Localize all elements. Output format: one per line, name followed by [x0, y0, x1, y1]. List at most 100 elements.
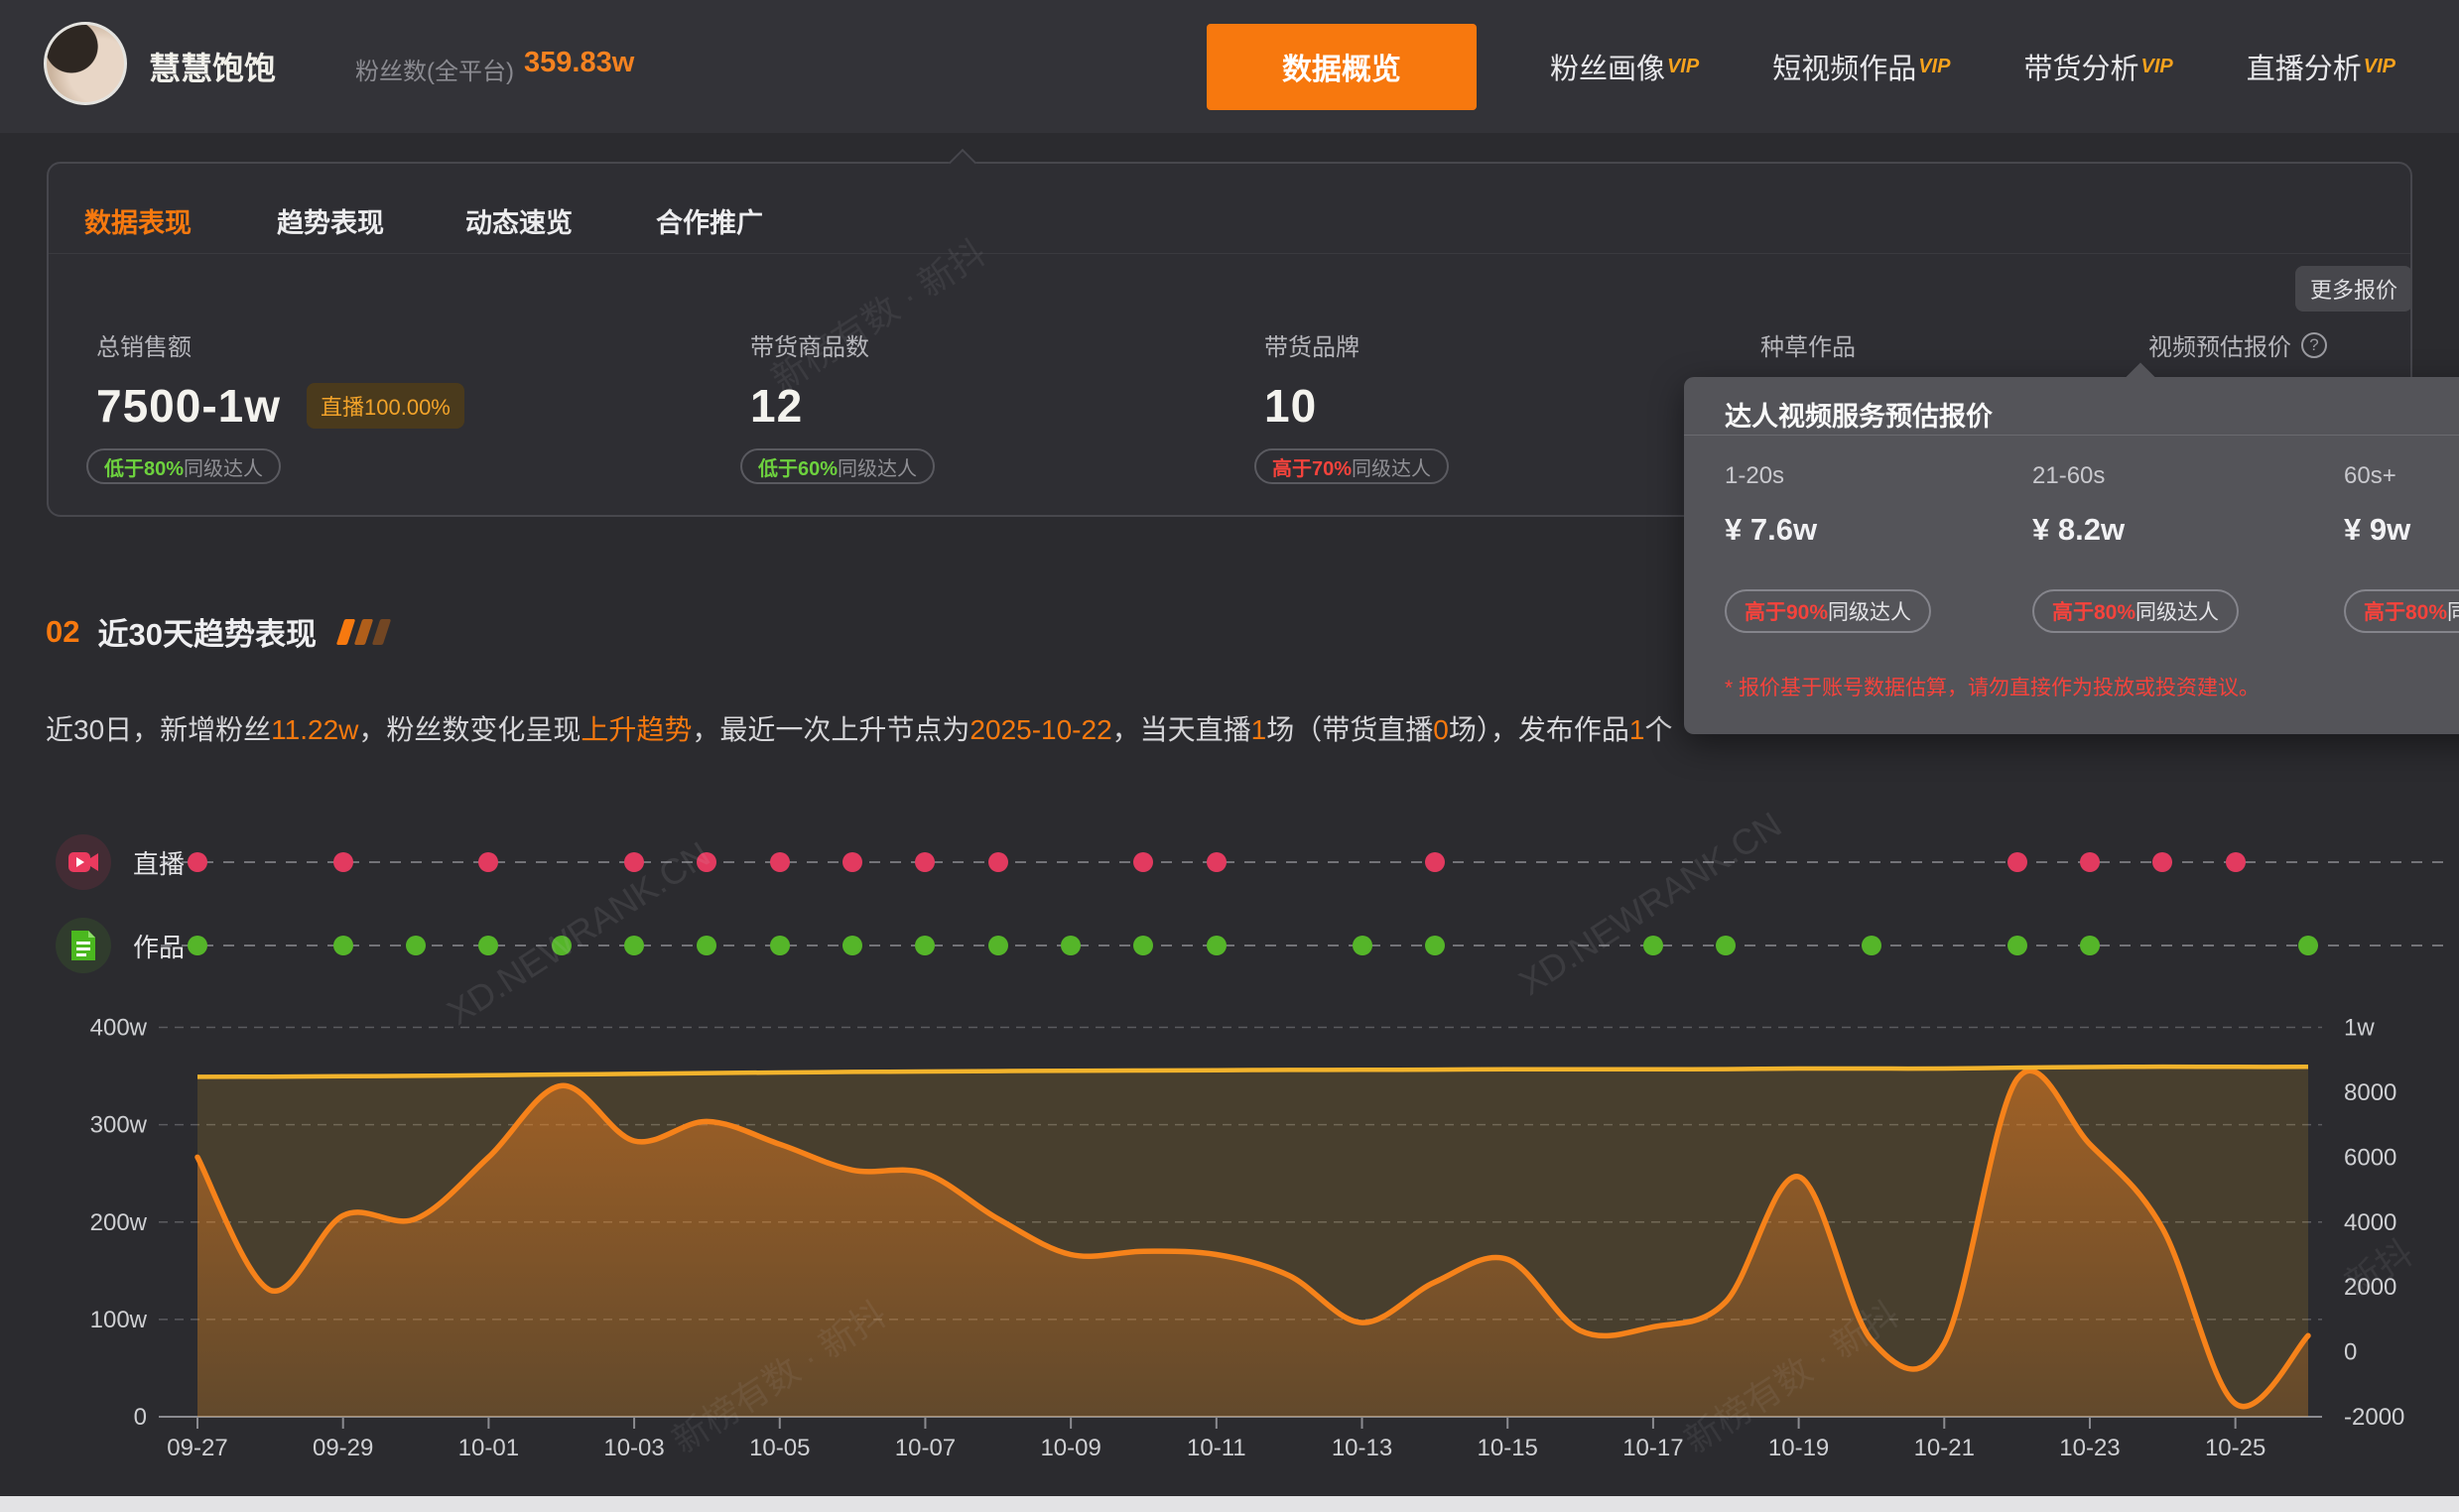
vip-badge: VIP: [1918, 56, 1950, 78]
live-row-line: [161, 861, 2451, 863]
直播-dot: [333, 852, 353, 872]
live-row-label: 直播: [133, 844, 185, 881]
section-heading: 02 近30天趋势表现: [46, 609, 387, 654]
duration-label: 21-60s: [2032, 462, 2105, 489]
pill-prefix: 高于90%: [1745, 596, 1828, 626]
作品-dot: [2080, 936, 2100, 955]
summary-text: ，最近一次上升节点为: [692, 714, 970, 745]
tooltip-col-21-60s: 21-60s¥ 8.2w高于80%同级达人: [2032, 462, 2340, 490]
直播-dot: [770, 852, 790, 872]
stat-value-row: 10: [1264, 379, 1317, 433]
stat-card-label: 视频预估报价?: [2148, 327, 2327, 362]
作品-dot: [552, 936, 572, 955]
subnav-tab-合作推广[interactable]: 合作推广: [656, 201, 763, 240]
summary-highlight: 2025-10-22: [970, 714, 1111, 745]
subnav-tab-趋势表现[interactable]: 趋势表现: [277, 201, 384, 240]
作品-dot: [1425, 936, 1445, 955]
right-axis-label: 8000: [2344, 1079, 2396, 1106]
作品-dot: [1643, 936, 1663, 955]
summary-highlight: 1: [1251, 714, 1267, 745]
works-icon-bg: [56, 918, 111, 973]
header-bar: 慧慧饱饱 粉丝数(全平台) 359.83w 数据概览粉丝画像VIP短视频作品VI…: [0, 0, 2459, 133]
x-tick-label: 10-25: [2205, 1435, 2265, 1461]
作品-dot: [915, 936, 935, 955]
section-number: 02: [46, 614, 79, 650]
x-tick-label: 10-19: [1768, 1435, 1829, 1461]
作品-dot: [770, 936, 790, 955]
summary-highlight: 上升趋势: [581, 714, 692, 745]
stat-card-label: 带货商品数: [750, 327, 869, 362]
summary-highlight: 1: [1629, 714, 1645, 745]
avatar[interactable]: [44, 22, 127, 105]
作品-dot: [1353, 936, 1372, 955]
nav-tab-粉丝画像[interactable]: 粉丝画像VIP: [1550, 46, 1699, 87]
tooltip-divider: [1684, 435, 2459, 436]
x-tick-label: 10-13: [1332, 1435, 1392, 1461]
x-tick-label: 10-11: [1187, 1435, 1246, 1461]
summary-highlight: 11.22w: [271, 714, 358, 745]
x-tick-label: 10-23: [2059, 1435, 2120, 1461]
tooltip-peer-pill: 高于80%同级达人: [2344, 589, 2459, 633]
section-decoration: [340, 619, 387, 645]
nav-tab-短视频作品[interactable]: 短视频作品VIP: [1772, 46, 1950, 87]
作品-dot: [333, 936, 353, 955]
summary-text: 场（带货直播: [1266, 714, 1433, 745]
nav-tab-直播分析[interactable]: 直播分析VIP: [2247, 46, 2395, 87]
series-group: [197, 1067, 2308, 1417]
stat-value: 10: [1264, 379, 1317, 433]
left-axis-label: 100w: [90, 1307, 148, 1333]
作品-dot: [988, 936, 1008, 955]
nav-tab-label: 短视频作品: [1772, 46, 1916, 87]
stat-card-label: 带货品牌: [1264, 327, 1359, 362]
直播-dot: [2226, 852, 2246, 872]
x-tick-label: 10-01: [458, 1435, 519, 1461]
vip-badge: VIP: [1667, 56, 1699, 78]
作品-dot: [1716, 936, 1736, 955]
tooltip-disclaimer: * 报价基于账号数据估算，请勿直接作为投放或投资建议。: [1725, 672, 2260, 701]
pill-rest: 同级达人: [184, 452, 263, 481]
pill-prefix: 低于80%: [104, 452, 184, 481]
pill-rest: 同级达人: [2447, 596, 2459, 626]
summary-text: 近30日，新增粉丝: [46, 714, 271, 745]
tooltip-peer-pill: 高于90%同级达人: [1725, 589, 1931, 633]
stat-label-text: 带货商品数: [750, 327, 869, 362]
sub-nav: 数据表现 趋势表现 动态速览 合作推广: [49, 164, 2410, 253]
more-quotes-button[interactable]: 更多报价: [2295, 266, 2412, 312]
直播-dot: [915, 852, 935, 872]
nav-tab-label: 粉丝画像: [1550, 46, 1665, 87]
vip-badge: VIP: [2140, 56, 2172, 78]
nav-tab-label: 数据概览: [1282, 45, 1401, 88]
直播-dot: [842, 852, 862, 872]
summary-text: 个: [1644, 714, 1672, 745]
price-value: ¥ 8.2w: [2032, 512, 2125, 548]
live-row-header: 直播: [56, 834, 185, 890]
pill-prefix: 高于80%: [2364, 596, 2447, 626]
nav-tab-带货分析[interactable]: 带货分析VIP: [2023, 46, 2172, 87]
left-axis-label: 300w: [90, 1112, 148, 1139]
price-value: ¥ 9w: [2344, 512, 2410, 548]
pill-prefix: 低于60%: [758, 452, 838, 481]
works-row-line: [161, 945, 2451, 946]
help-icon[interactable]: ?: [2301, 332, 2327, 358]
subnav-tab-动态速览[interactable]: 动态速览: [465, 201, 573, 240]
summary-text: 场），发布作品: [1449, 714, 1629, 745]
stat-label-text: 总销售额: [96, 327, 192, 362]
作品-dot: [1862, 936, 1881, 955]
works-row-label: 作品: [133, 928, 185, 964]
x-tick-label: 10-17: [1622, 1435, 1683, 1461]
nav-tab-数据概览[interactable]: 数据概览: [1207, 24, 1477, 110]
summary-text: ，粉丝数变化呈现: [358, 714, 581, 745]
作品-dot: [697, 936, 716, 955]
trend-chart: 09-2709-2910-0110-0310-0510-0710-0910-11…: [0, 1002, 2459, 1512]
x-tick-label: 10-03: [603, 1435, 664, 1461]
stat-label-text: 种草作品: [1760, 327, 1856, 362]
subnav-tab-数据表现[interactable]: 数据表现: [84, 201, 192, 240]
作品-dot: [478, 936, 498, 955]
peer-compare-pill: 低于60%同级达人: [740, 448, 935, 484]
left-axis-label: 400w: [90, 1015, 148, 1042]
vip-badge: VIP: [2364, 56, 2395, 78]
left-axis-label: 200w: [90, 1209, 148, 1236]
直播-dot: [697, 852, 716, 872]
stat-value-row: 12: [750, 379, 803, 433]
pill-prefix: 高于70%: [1272, 452, 1352, 481]
